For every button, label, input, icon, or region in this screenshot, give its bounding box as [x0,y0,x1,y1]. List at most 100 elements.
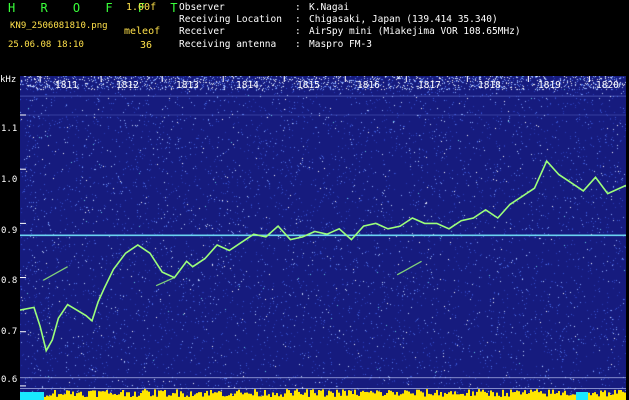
intensity-bar [524,390,526,400]
intensity-bar [590,395,592,400]
intensity-bar [126,392,128,400]
app-version: 1.00f [126,2,157,13]
intensity-bar [120,392,122,400]
intensity-bar [196,393,198,400]
app-brand: H R O F F T [8,1,187,15]
y-tick-label: 0.8 [1,276,18,286]
program-name: meleof [124,26,161,37]
intensity-bar [110,393,112,400]
intensity-bar [314,393,316,400]
intensity-bar [460,394,462,400]
info-key: Receiving Location [179,14,282,26]
intensity-bar [598,396,600,400]
info-value: Maspro FM-3 [309,38,372,50]
intensity-bar [492,392,494,400]
intensity-bar [528,393,530,400]
intensity-bar [536,389,538,400]
intensity-bar [558,391,560,400]
x-tick-label: 1816 [357,80,380,91]
intensity-bar [546,396,548,400]
intensity-bar [290,392,292,400]
file-name: KN9_2506081810.png [10,21,108,31]
intensity-bar [168,395,170,400]
intensity-bar [418,389,420,400]
intensity-bar [444,392,446,400]
intensity-bar [438,395,440,400]
intensity-bar [416,389,418,400]
intensity-bar [606,396,608,400]
intensity-bar [132,396,134,400]
intensity-bar [260,396,262,400]
intensity-bar [482,389,484,400]
intensity-bar [230,393,232,400]
intensity-bar [548,389,550,400]
intensity-bar [278,396,280,400]
intensity-bar [376,390,378,400]
intensity-bar [616,393,618,400]
intensity-bar [274,395,276,400]
intensity-bar [210,389,212,400]
intensity-bar [610,394,612,400]
intensity-bar [408,391,410,400]
intensity-bar [226,395,228,400]
intensity-bar [362,390,364,400]
intensity-bar [72,391,74,400]
intensity-bar [138,395,140,400]
intensity-bar [402,393,404,400]
intensity-bar [238,389,240,400]
x-tick-label: 1813 [176,80,199,91]
intensity-bar [82,395,84,400]
info-key: Receiving antenna [179,38,277,50]
date-time: 25.06.08 18:10 [8,40,84,50]
intensity-bar [542,393,544,400]
intensity-bar [36,392,38,400]
intensity-bar [432,395,434,400]
x-tick-label: 1811 [55,80,78,91]
intensity-bar [316,395,318,400]
intensity-bar [208,395,210,400]
intensity-bar [78,392,80,400]
intensity-bar [240,392,242,400]
intensity-bar [68,390,70,400]
intensity-bar [608,392,610,400]
x-tick-label: 1812 [116,80,139,91]
intensity-bar [42,392,44,400]
intensity-bar [434,392,436,400]
intensity-bar [390,390,392,400]
intensity-bar [478,389,480,400]
intensity-bar [222,396,224,400]
intensity-bar [66,390,68,400]
intensity-bar [510,389,512,400]
y-axis-label: kHz [0,75,17,85]
intensity-bar [152,395,154,400]
intensity-bar [596,394,598,400]
intensity-bar [310,390,312,400]
intensity-bar [366,391,368,400]
intensity-bar [568,395,570,400]
intensity-bar [52,393,54,400]
intensity-bar [468,389,470,400]
intensity-bar [470,396,472,400]
info-row-antenna: Receiving antenna: Maspro FM-3 [179,39,521,51]
intensity-bar [430,394,432,400]
intensity-bar [450,391,452,400]
y-tick-label: 0.7 [1,327,18,337]
intensity-bar [406,390,408,400]
intensity-bar [202,396,204,400]
intensity-bar [454,391,456,400]
intensity-bar [538,392,540,400]
intensity-bar [164,389,166,400]
header-panel: H R O F F T 1.00f KN9_2506081810.png mel… [0,0,629,72]
intensity-bar [382,395,384,400]
intensity-bar [180,391,182,400]
intensity-bar [358,395,360,400]
intensity-bar [566,394,568,400]
intensity-bar [394,394,396,400]
intensity-bar [370,390,372,400]
intensity-bar [576,392,578,400]
intensity-bar [550,393,552,400]
intensity-bar [258,396,260,400]
intensity-bar [484,391,486,400]
intensity-bar [234,393,236,400]
x-tick-label: 1817 [418,80,441,91]
